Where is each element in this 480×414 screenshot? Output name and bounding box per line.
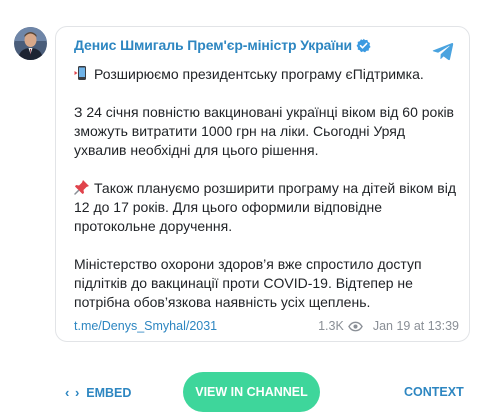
message-text: Розширюємо президентську програму єПідтр… <box>94 66 424 82</box>
code-brackets-icon: ‹ › <box>65 385 81 400</box>
message-body: Розширюємо президентську програму єПідтр… <box>74 65 459 312</box>
message-paragraph: З 24 січня повністю вакциновані українці… <box>74 104 454 158</box>
author-row: Денис Шмигаль Прем'єр-міністр України <box>74 37 371 53</box>
post-footer: t.me/Denys_Smyhal/2031 1.3K Jan 19 at 13… <box>74 317 459 335</box>
message-text: Також плануємо розширити програму на діт… <box>74 180 456 234</box>
view-count: 1.3K <box>318 319 363 333</box>
post-date[interactable]: Jan 19 at 13:39 <box>373 319 459 333</box>
verified-badge-icon <box>356 38 371 52</box>
post-link[interactable]: t.me/Denys_Smyhal/2031 <box>74 319 217 333</box>
message-paragraph: Також плануємо розширити програму на діт… <box>74 179 459 236</box>
telegram-icon[interactable] <box>431 39 455 63</box>
author-avatar[interactable] <box>14 27 47 60</box>
view-count-value: 1.3K <box>318 319 344 333</box>
embed-label: EMBED <box>86 385 132 400</box>
view-in-channel-button[interactable]: VIEW IN CHANNEL <box>183 372 320 412</box>
eye-icon <box>347 321 363 331</box>
embed-button[interactable]: ‹ › EMBED <box>65 385 131 400</box>
view-in-channel-label: VIEW IN CHANNEL <box>195 385 308 399</box>
post-card: Денис Шмигаль Прем'єр-міністр України Ро… <box>55 26 470 342</box>
message-paragraph: Міністерство охорони здоров’я вже спрост… <box>74 256 422 310</box>
pushpin-icon <box>74 180 89 195</box>
mobile-phone-icon <box>74 66 86 80</box>
action-bar: ‹ › EMBED VIEW IN CHANNEL CONTEXT <box>0 371 480 413</box>
context-label: CONTEXT <box>404 385 464 399</box>
message-paragraph: Розширюємо президентську програму єПідтр… <box>74 65 459 84</box>
author-name[interactable]: Денис Шмигаль Прем'єр-міністр України <box>74 37 352 53</box>
context-button[interactable]: CONTEXT <box>404 385 464 399</box>
